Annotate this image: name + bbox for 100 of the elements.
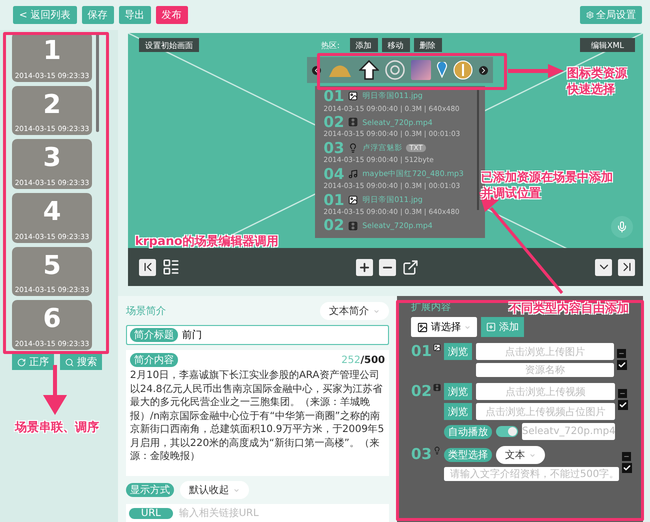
hotspot-button[interactable]: 删除 xyxy=(414,38,442,52)
lightbulb-icon xyxy=(348,143,358,154)
display-dropdown[interactable]: 默认收起 xyxy=(180,481,249,499)
content-text: 2月10日，李嘉诚旗下长江实业参股的ARA资产管理公司以24.8亿元人民币出售南京国际金融中心，买家为江苏省最大的多元化民营企业之一三胞集团。（来源：羊城晚报）/n南京国际金融中心位于有“中华第一商圈”之称的南京新街口西南角，总建筑面积10.9万平方米，于2009年5月启用，其以220米的高度成为“新街口第一高楼”。（来源：金陵晚报） xyxy=(130,369,385,464)
film-icon xyxy=(348,117,358,128)
annotation-arrow xyxy=(508,64,564,78)
collapse-button[interactable] xyxy=(595,258,612,276)
film-icon xyxy=(432,383,441,392)
edit-xml-button[interactable]: 编辑XML xyxy=(580,38,635,52)
scene-number: 3 xyxy=(42,145,62,172)
field-label: 自动播放 xyxy=(444,424,492,438)
resource-index: 01 xyxy=(324,88,344,104)
browse-button[interactable]: 浏览 xyxy=(444,383,472,400)
caret-icon xyxy=(233,486,240,494)
scene-number: 4 xyxy=(42,199,62,226)
up-arrow-icon[interactable] xyxy=(358,60,378,80)
autoplay-toggle[interactable] xyxy=(496,426,518,437)
search-button[interactable]: 搜索 xyxy=(60,354,102,370)
hotspot-label: 热区: xyxy=(321,40,340,50)
resource-index: 03 xyxy=(324,140,344,156)
toolbar-button[interactable]: 导出 xyxy=(118,6,151,24)
caret-icon xyxy=(373,308,380,314)
next-icon[interactable] xyxy=(478,66,488,74)
sort-button[interactable]: 正序 xyxy=(12,354,54,370)
zoom-in-button[interactable] xyxy=(356,258,373,276)
annotation-label: 不同类型内容自由添加 xyxy=(509,301,629,317)
field-label: URL xyxy=(129,508,173,518)
file-field[interactable]: Seleatv_720p.mp4 xyxy=(522,423,616,440)
type-dropdown[interactable]: 文本简介 xyxy=(320,302,389,320)
list-icon[interactable] xyxy=(162,258,180,276)
scrollbar[interactable] xyxy=(476,90,478,210)
annotation-label: 已添加资源在场景中添加 并调试位置 xyxy=(481,170,613,202)
panel-title: 场景简介 xyxy=(126,304,166,318)
browse-button[interactable]: 浏览 xyxy=(444,403,472,420)
plus-icon xyxy=(358,260,371,274)
url-placeholder: 输入相关链接URL xyxy=(178,506,259,520)
film-icon xyxy=(348,220,358,231)
check-icon xyxy=(623,464,632,472)
field-label: 类型选择 xyxy=(444,448,492,462)
hotspot-button[interactable]: 添加 xyxy=(350,38,378,52)
item-index: 01 xyxy=(411,343,432,360)
annotation-label: 图标类资源 快速选择 xyxy=(567,66,627,98)
resource-index: 04 xyxy=(324,166,344,182)
annotation-label: 场景串联、调序 xyxy=(15,420,99,436)
minus-icon xyxy=(623,453,630,460)
upload-field[interactable]: 点击浏览上传视频占位图片 xyxy=(476,403,616,420)
toolbar-button[interactable]: 保存 xyxy=(82,6,114,24)
map-pin-icon[interactable] xyxy=(436,62,446,78)
scene-number: 6 xyxy=(42,306,62,332)
checkbox[interactable] xyxy=(618,400,628,410)
scene-number: 2 xyxy=(42,92,62,118)
hotspot-button[interactable]: 移动 xyxy=(382,38,410,52)
first-button[interactable] xyxy=(139,258,156,276)
title-field[interactable]: 简介标题 前门 xyxy=(126,325,389,345)
type-dropdown[interactable]: 文本 xyxy=(496,446,545,464)
text-field[interactable]: 请输入文字介绍资料，不能过500字。 xyxy=(444,467,620,481)
check-icon xyxy=(619,401,628,409)
item-index: 02 xyxy=(411,383,432,400)
publish-button[interactable]: 发布 xyxy=(156,6,188,24)
name-field[interactable]: 资源名称 xyxy=(476,363,614,377)
scrollbar[interactable] xyxy=(96,32,99,132)
toolbar-button[interactable]: < 返回列表 xyxy=(13,6,77,24)
compass-icon[interactable] xyxy=(452,60,472,80)
checkbox[interactable] xyxy=(622,463,632,473)
external-link-icon[interactable] xyxy=(402,258,419,276)
lightbulb-icon xyxy=(432,446,441,455)
url-field[interactable]: URL 输入相关链接URL xyxy=(126,504,389,522)
plus-icon xyxy=(486,322,496,332)
microphone-icon xyxy=(616,221,628,233)
minus-icon xyxy=(618,350,625,357)
annotation-arrow xyxy=(43,365,67,415)
settings-button[interactable]: 全局设置 xyxy=(580,6,642,24)
browse-button[interactable]: 浏览 xyxy=(444,343,472,360)
annotation-label: krpano的场景编辑器调用 xyxy=(135,234,278,250)
zoom-out-button[interactable] xyxy=(379,258,396,276)
resource-index: 01 xyxy=(324,192,344,208)
initial-view-button[interactable]: 设置初始画面 xyxy=(139,38,199,52)
target-icon[interactable] xyxy=(384,60,404,80)
content-field[interactable]: 简介内容 252/500 2月10日，李嘉诚旗下长江实业参股的ARA资产管理公司以24.8亿元人民币出售南京国际金融中心，买家为江苏省最大的多元化民营企业之一三胞集团。（来源：羊城晚报）/n南京国际金融中心位于有“中华第一商圈”之称的南京新街口西南角，总建筑面积10.9万平方米，于2009年5月启用，其以220米的高度成为“新街口第一高楼”。（来源：金陵晚报） xyxy=(126,350,389,476)
kind-dropdown[interactable]: 请选择 xyxy=(411,317,477,337)
item-index: 03 xyxy=(411,446,432,462)
field-label: 简介标题 xyxy=(130,328,178,342)
settings-icon xyxy=(586,11,594,19)
last-button[interactable] xyxy=(618,258,635,276)
field-label: 简介内容 xyxy=(130,353,178,367)
remove-button[interactable] xyxy=(618,389,628,398)
add-button[interactable]: 添加 xyxy=(481,317,524,337)
minus-icon xyxy=(619,390,626,397)
upload-field[interactable]: 点击浏览上传视频 xyxy=(476,383,616,400)
checkbox[interactable] xyxy=(617,360,627,370)
panorama-viewer[interactable] xyxy=(128,33,643,286)
image-icon xyxy=(417,322,428,332)
character-count: 252/500 xyxy=(341,354,385,366)
remove-button[interactable] xyxy=(622,452,632,461)
scene-number: 5 xyxy=(42,252,62,279)
image-icon xyxy=(432,343,441,352)
field-label: 显示方式 xyxy=(126,483,174,497)
upload-field[interactable]: 点击浏览上传图片 xyxy=(476,343,614,360)
remove-button[interactable] xyxy=(617,349,626,358)
image-icon xyxy=(348,194,358,205)
